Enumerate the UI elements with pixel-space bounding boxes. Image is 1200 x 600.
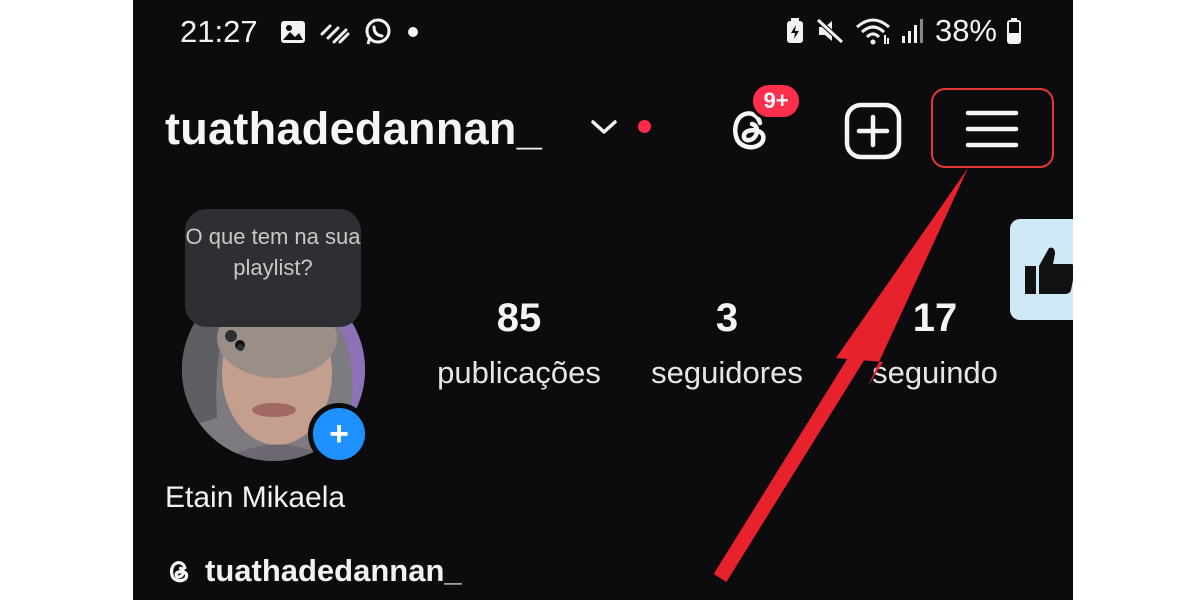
stat-posts[interactable]: 85 publicações [419,296,619,391]
stat-following-number: 17 [912,296,958,340]
hamburger-menu-icon[interactable] [964,103,1020,155]
status-right: 38% [785,13,1021,49]
whatsapp-icon [365,18,391,45]
profile-note-bubble[interactable]: O que tem na sua playlist? [185,209,361,327]
instagram-profile-screen: 21:27 38% tuathadedannan_ 9+ + O que tem… [133,0,1073,600]
create-post-icon[interactable] [844,102,902,160]
image-icon [281,21,305,43]
stat-posts-label: publicações [437,355,601,390]
cell-signal-icon [901,19,923,43]
threads-handle-text: tuathadedannan_ [205,553,462,588]
note-tail-dot [225,330,237,342]
stat-following-label: seguindo [872,355,998,390]
wifi-icon [855,18,890,45]
signal-activity-icon [320,24,350,44]
add-story-button[interactable]: + [308,403,370,465]
status-left-icons [280,18,420,46]
note-tail-dot-small [237,344,244,351]
battery-percent: 38% [934,13,997,48]
chevron-down-icon[interactable] [589,117,619,137]
stat-following[interactable]: 17 seguindo [835,296,1035,391]
thumbs-up-icon [1025,247,1073,294]
battery-icon [1007,18,1021,44]
like-side-tab[interactable] [1010,219,1073,320]
status-time: 21:27 [180,14,258,49]
stat-followers-number: 3 [715,296,739,340]
stat-followers-label: seguidores [651,355,803,390]
threads-profile-link[interactable]: tuathadedannan_ [165,553,462,589]
threads-small-icon [169,561,189,583]
stat-posts-number: 85 [496,296,542,340]
notification-dot [638,120,651,133]
profile-username[interactable]: tuathadedannan_ [165,103,542,155]
mute-icon [816,18,844,44]
battery-saver-icon [786,18,803,43]
dot-icon [408,27,418,37]
stat-followers[interactable]: 3 seguidores [627,296,827,391]
threads-notification-badge: 9+ [750,82,802,120]
display-name: Etain Mikaela [165,481,346,514]
